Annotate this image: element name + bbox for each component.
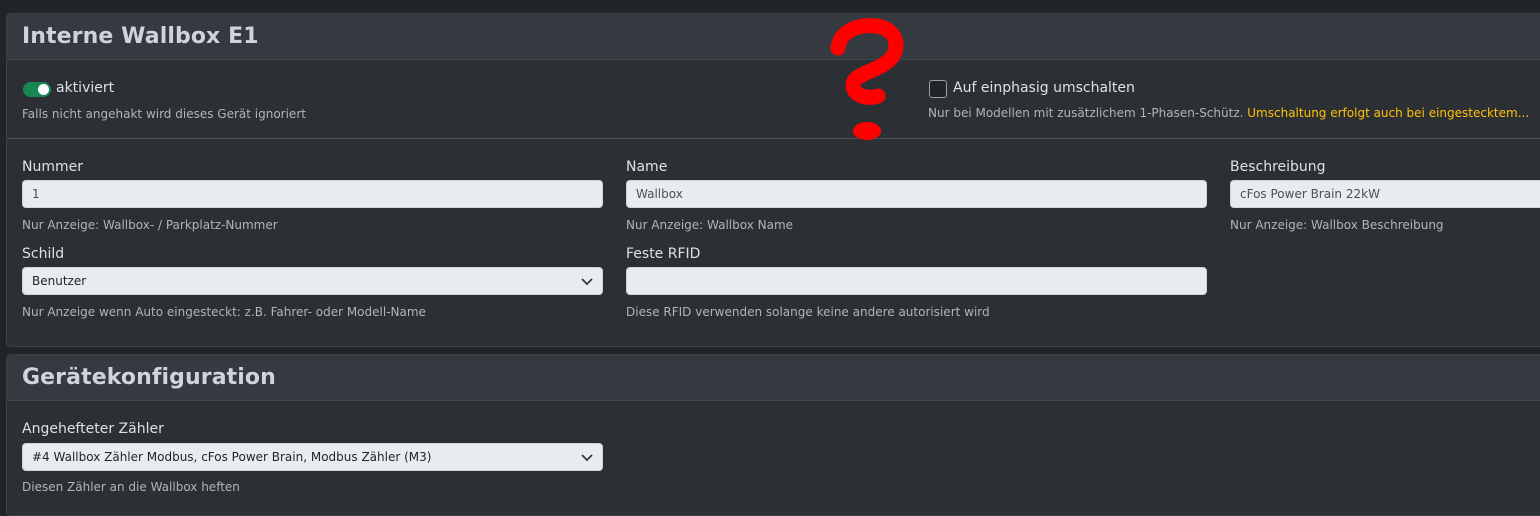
question-mark-icon [830, 18, 904, 140]
single-phase-help: Nur bei Modellen mit zusätzlichem 1-Phas… [928, 106, 1529, 120]
name-label: Name [626, 159, 668, 175]
card-header: Gerätekonfiguration [7, 355, 1540, 401]
description-label: Beschreibung [1230, 159, 1326, 175]
enabled-help: Falls nicht angehakt wird dieses Gerät i… [22, 107, 306, 121]
rfid-label: Feste RFID [626, 246, 701, 262]
number-help: Nur Anzeige: Wallbox- / Parkplatz-Nummer [22, 218, 278, 232]
meter-select[interactable]: #4 Wallbox Zähler Modbus, cFos Power Bra… [22, 443, 603, 471]
single-phase-label: Auf einphasig umschalten [953, 80, 1135, 96]
name-input[interactable]: Wallbox [626, 180, 1207, 208]
sign-label: Schild [22, 246, 65, 262]
sign-select-value: Benutzer [32, 274, 87, 288]
meter-select-value: #4 Wallbox Zähler Modbus, cFos Power Bra… [32, 450, 432, 464]
number-label: Nummer [22, 159, 83, 175]
enabled-label: aktiviert [56, 80, 115, 96]
toggle-knob [38, 84, 49, 95]
description-help: Nur Anzeige: Wallbox Beschreibung [1230, 218, 1444, 232]
single-phase-help-text: Nur bei Modellen mit zusätzlichem 1-Phas… [928, 106, 1244, 120]
wallbox-settings-card: Interne Wallbox E1 aktiviert Falls nicht… [6, 13, 1540, 347]
rfid-help: Diese RFID verwenden solange keine ander… [626, 305, 990, 319]
number-input[interactable]: 1 [22, 180, 603, 208]
single-phase-checkbox[interactable] [929, 80, 947, 98]
sign-select[interactable]: Benutzer [22, 267, 603, 295]
rfid-input[interactable] [626, 267, 1207, 295]
device-config-card: Gerätekonfiguration Angehefteter Zähler … [6, 354, 1540, 516]
chevron-down-icon [581, 454, 593, 462]
card-header: Interne Wallbox E1 [7, 14, 1540, 60]
single-phase-warning: Umschaltung erfolgt auch bei eingesteckt… [1247, 106, 1530, 120]
card-title: Interne Wallbox E1 [22, 24, 259, 49]
meter-help: Diesen Zähler an die Wallbox heften [22, 480, 240, 494]
meter-label: Angehefteter Zähler [22, 421, 164, 437]
description-input[interactable]: cFos Power Brain 22kW [1230, 180, 1540, 208]
sign-help: Nur Anzeige wenn Auto eingesteckt: z.B. … [22, 305, 426, 319]
divider [7, 138, 1540, 139]
name-help: Nur Anzeige: Wallbox Name [626, 218, 794, 232]
chevron-down-icon [581, 278, 593, 286]
card-title: Gerätekonfiguration [22, 365, 276, 390]
enabled-toggle[interactable] [23, 82, 51, 97]
